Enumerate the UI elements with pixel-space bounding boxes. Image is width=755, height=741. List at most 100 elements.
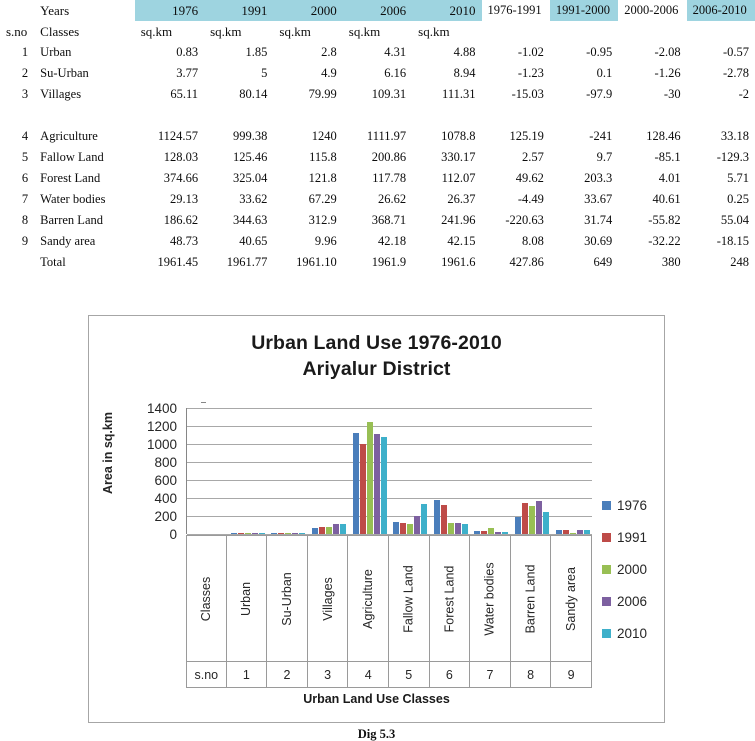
bar-2006 — [292, 532, 299, 534]
cell-value-2000: 1240 — [311, 129, 337, 143]
cell-class: Su-Urban — [40, 66, 89, 80]
header-sno-blank — [0, 0, 34, 21]
bar-2000 — [447, 523, 454, 534]
cell-diff-3: -2 — [738, 87, 749, 101]
datatable-category-cell: Sandy area — [551, 536, 592, 661]
chart-data-table-classes: Classes Urban Su-Urban Villages Agriculture F… — [186, 535, 592, 662]
cell-diff-3: 248 — [730, 255, 749, 269]
datatable-category-cell: Urban — [227, 536, 268, 661]
cell-diff-1: 30.69 — [584, 234, 613, 248]
datatable-category-cell: Fallow Land — [389, 536, 430, 661]
cell-value-2006: 117.78 — [372, 171, 407, 185]
chart-container: Urban Land Use 1976-2010 Ariyalur Distri… — [88, 315, 665, 723]
bar-1976 — [555, 529, 562, 534]
cell-value-2010: 26.37 — [447, 192, 476, 206]
table-row: 2 Su-Urban 3.77 5 4.9 6.16 8.94 -1.23 0.1 -1.26 -2… — [0, 63, 755, 84]
bar-group — [390, 408, 431, 534]
cell-value-2006: 368.71 — [371, 213, 407, 227]
y-axis-tick-labels: 1400 1200 1000 800 600 400 200 0 — [111, 402, 206, 541]
datatable-sno-cell: 7 — [470, 662, 511, 687]
header-sno-label: s.no — [6, 24, 28, 39]
table-body: Years 1976 1991 2000 2006 2010 1976-1991… — [0, 0, 755, 273]
datatable-category-cell: Barren Land — [511, 536, 552, 661]
cell-class: Agriculture — [40, 129, 98, 143]
datatable-sno-value: 9 — [567, 667, 575, 682]
datatable-sno-header-cell: s.no — [186, 662, 227, 687]
datatable-sno-header-label: s.no — [194, 667, 219, 682]
datatable-header-label: Classes — [199, 576, 214, 621]
cell-diff-1: 31.74 — [584, 213, 613, 227]
x-axis-category-label: Agriculture — [361, 568, 376, 629]
cell-value-2000: 121.8 — [308, 171, 337, 185]
unit-2000: sq.km — [279, 24, 311, 39]
datatable-sno-cell: 4 — [348, 662, 389, 687]
header-year-2000: 2000 — [273, 0, 343, 21]
datatable-header-cell: Classes — [186, 536, 227, 661]
cell-value-1976: 186.62 — [163, 213, 199, 227]
x-axis-title: Urban Land Use Classes — [303, 692, 450, 706]
table-total-row: Total 1961.45 1961.77 1961.10 1961.9 1961.6 42… — [0, 252, 755, 273]
bar-2010 — [502, 531, 509, 534]
cell-diff-2: 40.61 — [652, 192, 681, 206]
bar-group — [471, 408, 512, 534]
table-header-row-years: Years 1976 1991 2000 2006 2010 1976-1991… — [0, 0, 755, 21]
legend-label: 2006 — [617, 594, 648, 609]
table-header-row-units: s.no Classes sq.km sq.km sq.km sq.km sq.… — [0, 21, 755, 42]
cell-value-2006: 42.18 — [378, 234, 407, 248]
cell-diff-2: -32.22 — [648, 234, 681, 248]
cell-diff-2: 128.46 — [646, 129, 681, 143]
cell-diff-1: 649 — [593, 255, 613, 269]
bar-group — [512, 408, 553, 534]
land-use-table: Years 1976 1991 2000 2006 2010 1976-1991… — [0, 0, 755, 273]
datatable-category-cell: Villages — [308, 536, 349, 661]
bar-2010 — [421, 504, 428, 534]
bar-1991 — [440, 504, 447, 534]
cell-diff-2: -55.82 — [648, 213, 681, 227]
cell-value-1976: 128.03 — [163, 150, 199, 164]
bar-1991 — [278, 532, 285, 534]
header-diff-2006-2010: 2006-2010 — [686, 0, 755, 21]
cell-value-2000: 115.8 — [309, 150, 337, 164]
cell-diff-2: -2.08 — [654, 45, 681, 59]
bar-2000 — [366, 422, 373, 534]
y-tick-label: 400 — [154, 491, 177, 506]
cell-diff-3: -0.57 — [722, 45, 749, 59]
cell-diff-0: -1.23 — [517, 66, 544, 80]
datatable-category-cell: Su-Urban — [267, 536, 308, 661]
cell-diff-3: -18.15 — [716, 234, 749, 248]
cell-value-2010: 112.07 — [441, 171, 476, 185]
y-tick-label: 1400 — [146, 401, 177, 416]
cell-value-1976: 0.83 — [176, 45, 199, 59]
cell-diff-1: 0.1 — [596, 66, 613, 80]
bar-2010 — [340, 523, 347, 534]
x-axis-category-label: Forest Land — [442, 565, 457, 632]
legend-label: 2000 — [617, 562, 648, 577]
legend-item: 2010 — [602, 626, 662, 641]
datatable-sno-value: 4 — [364, 667, 372, 682]
bar-2000 — [529, 505, 536, 534]
datatable-sno-cell: 2 — [267, 662, 308, 687]
x-axis-category-label: Fallow Land — [401, 564, 416, 633]
cell-diff-0: -15.03 — [511, 87, 544, 101]
x-axis-category-label: Su-Urban — [279, 571, 294, 626]
datatable-sno-cell: 1 — [227, 662, 268, 687]
cell-sno: 7 — [21, 192, 29, 206]
cell-value-1976: 374.66 — [163, 171, 199, 185]
cell-sno: 5 — [21, 150, 29, 164]
cell-value-2000: 9.96 — [314, 234, 337, 248]
cell-diff-0: 125.19 — [509, 129, 544, 143]
plot-area — [186, 408, 592, 535]
figure-caption: Dig 5.3 — [357, 727, 396, 741]
cell-value-1991: 999.38 — [233, 129, 268, 143]
bar-group — [268, 408, 309, 534]
bar-1991 — [359, 444, 366, 534]
bar-2010 — [583, 530, 590, 534]
datatable-sno-value: 1 — [242, 667, 250, 682]
cell-diff-1: 203.3 — [584, 171, 613, 185]
cell-value-2010: 8.94 — [453, 66, 476, 80]
legend-swatch-icon — [602, 501, 611, 510]
cell-sno: 9 — [21, 234, 29, 248]
cell-value-2010: 241.96 — [441, 213, 476, 227]
unit-diff-4 — [687, 21, 755, 42]
cell-value-2010: 111.31 — [442, 87, 476, 101]
